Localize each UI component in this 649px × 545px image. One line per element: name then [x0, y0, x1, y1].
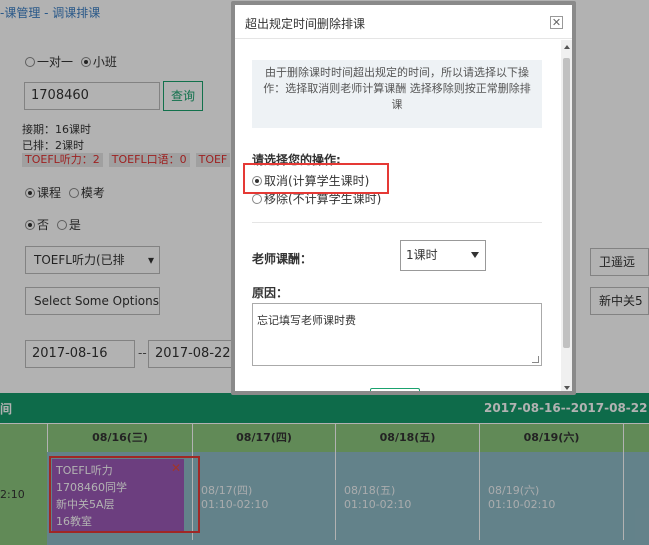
teacher-fee-select[interactable]: 1课时 — [400, 240, 486, 271]
reason-label: 原因： — [252, 286, 289, 300]
delete-schedule-modal: 超出规定时间删除排课 ✕ 由于删除课时时间超出规定的时间，所以请选择以下操作：选… — [231, 1, 576, 395]
notice-text: 由于删除课时时间超出规定的时间，所以请选择以下操作：选择取消则老师计算课酬 选择… — [252, 60, 542, 128]
teacher-fee-label: 老师课酬： — [252, 252, 313, 266]
scroll-thumb[interactable] — [563, 58, 570, 348]
confirm-button[interactable] — [370, 388, 420, 391]
radio-remove[interactable] — [252, 194, 262, 204]
modal-body: 由于删除课时时间超出规定的时间，所以请选择以下操作：选择取消则老师计算课酬 选择… — [235, 40, 561, 391]
option-highlight-box — [243, 163, 389, 194]
modal-header: 超出规定时间删除排课 ✕ — [235, 5, 572, 39]
modal-scrollbar[interactable] — [561, 40, 572, 391]
resize-handle-icon[interactable] — [532, 356, 539, 363]
chevron-down-icon — [471, 252, 479, 258]
divider — [252, 222, 542, 223]
close-icon[interactable]: ✕ — [550, 16, 563, 29]
scroll-down-icon[interactable] — [564, 386, 570, 390]
reason-textarea[interactable]: 忘记填写老师课时费 — [252, 303, 542, 366]
modal-title: 超出规定时间删除排课 — [245, 17, 366, 31]
scroll-up-icon[interactable] — [564, 45, 570, 49]
